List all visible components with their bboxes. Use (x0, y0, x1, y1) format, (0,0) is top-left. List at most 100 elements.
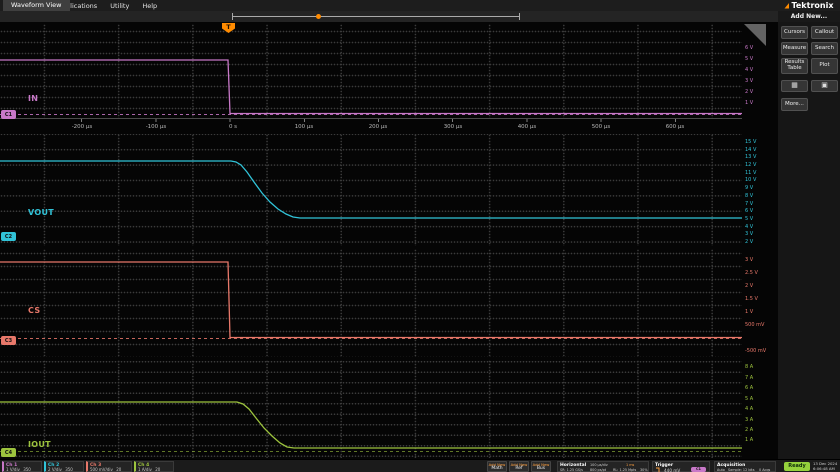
horizontal-sample-rate: SR: 1.25 GS/s (560, 468, 583, 472)
horizontal-duration: 1 ms (626, 463, 635, 467)
record-view-minimap[interactable] (232, 11, 520, 22)
axis-tick-label: 6 A (745, 385, 754, 391)
axis-tick-label: 3 V (745, 257, 754, 263)
add-new-header[interactable]: Add New... (778, 11, 840, 22)
ch3-badge[interactable]: Ch 3 500 mV/div 20 MHz (86, 461, 132, 472)
ch4-badge[interactable]: Ch 4 1 A/div 20 MHz (134, 461, 174, 472)
axis-tick-label: 7 V (745, 201, 754, 207)
horizontal-badge[interactable]: Horizontal 100 μs/div 1 ms SR: 1.25 GS/s… (557, 461, 649, 472)
axis-tick-label: 5 V (745, 56, 754, 62)
axis-tick-label: 3 A (745, 417, 754, 423)
trigger-badge[interactable]: Trigger 440 mV C1 (652, 461, 710, 472)
falling-edge-icon (656, 467, 660, 472)
acquisition-count: 0 Acqs (759, 468, 771, 472)
axis-tick-label: 4 A (745, 406, 754, 412)
axis-tick-label: 2 V (745, 283, 754, 289)
add-new-ref-button[interactable]: Add New Ref (509, 461, 529, 472)
ch2-waveform-svg (0, 160, 742, 219)
tektronix-logo-text: Tektronix (791, 1, 834, 10)
cursors-button[interactable]: Cursors (781, 26, 808, 39)
add-new-ref-label: Ref (515, 466, 523, 472)
ch4-handle[interactable]: C4 (1, 448, 16, 457)
axis-tick-label: 3 V (745, 231, 754, 237)
slice-ch2-vout[interactable] (0, 134, 742, 246)
minimap-record-line (232, 16, 520, 17)
axis-tick-label: 10 V (745, 177, 757, 183)
draw-zoom-box-handle[interactable] (744, 24, 766, 46)
ch4-scale: 1 A/div (138, 467, 152, 472)
ch3-trace (0, 261, 742, 339)
axis-tick-label: 2.5 V (745, 270, 758, 276)
add-new-bus-label: Bus (536, 466, 546, 472)
acquisition-mode: Auto (717, 468, 725, 472)
axis-tick-label: 4 V (745, 67, 754, 73)
add-new-bus-button[interactable]: Add New Bus (531, 461, 551, 472)
add-new-math-button[interactable]: Add New Math (487, 461, 507, 472)
tektronix-swoosh-icon (784, 2, 790, 9)
ch1-trace (0, 59, 742, 115)
bottom-settings-bar: Ch 1 1 V/div 350 MHz Ch 2 2 V/div 350 MH… (0, 459, 840, 472)
ch1-badge[interactable]: Ch 1 1 V/div 350 MHz (2, 461, 42, 472)
time-tick-label: 400 μs (517, 124, 537, 130)
axis-tick-label: 2 A (745, 427, 754, 433)
menu-item-utility[interactable]: Utility (110, 2, 129, 10)
menu-item-help[interactable]: Help (142, 2, 157, 10)
horizontal-position: 30% (640, 468, 648, 472)
axis-tick-label: 4 V (745, 224, 754, 230)
ch4-signal-label: IOUT (28, 440, 51, 449)
slice-ch1-in[interactable] (0, 24, 742, 118)
acquisition-badge[interactable]: Acquisition Auto Sample: 12 bits 0 Acqs (714, 461, 776, 472)
horizontal-record-length: RL: 1.25 Mpts (613, 468, 637, 472)
ch2-badge[interactable]: Ch 2 2 V/div 350 MHz (44, 461, 84, 472)
horizontal-resolution: 800 ps/pt (590, 468, 607, 472)
tektronix-logo: Tektronix (778, 0, 840, 11)
slice-ch3-cs[interactable] (0, 249, 742, 357)
right-toolbar: Cursors Callout Measure Search Results T… (778, 22, 840, 459)
ch3-handle[interactable]: C3 (1, 336, 16, 345)
ch4-trace (0, 401, 742, 449)
axis-tick-label: 6 V (745, 208, 754, 214)
annotation-tool-button[interactable]: ▣ (811, 80, 838, 92)
measure-button[interactable]: Measure (781, 42, 808, 55)
time-ruler: -200 μs -100 μs 0 s 100 μs 200 μs 300 μs… (0, 118, 742, 133)
menu-bar: File Edit Applications Utility Help (0, 0, 840, 11)
search-button[interactable]: Search (811, 42, 838, 55)
tab-waveform-view[interactable]: Waveform View (3, 0, 70, 11)
axis-tick-label: 500 mV (745, 322, 765, 328)
time-tick-label: 300 μs (443, 124, 463, 130)
axis-tick-label: 1 A (745, 437, 754, 443)
axis-tick-label: 15 V (745, 139, 757, 145)
datetime: 13 Dec 2024 6:06:48 AM (813, 461, 837, 471)
ready-status-badge: Ready (784, 462, 810, 471)
callout-button[interactable]: Callout (811, 26, 838, 39)
ch2-scale: 2 V/div (48, 467, 62, 472)
waveform-plot-area: -200 μs -100 μs 0 s 100 μs 200 μs 300 μs… (0, 22, 778, 459)
axis-tick-label: 5 A (745, 396, 754, 402)
axis-tick-label: 13 V (745, 154, 757, 160)
ch1-signal-label: IN (28, 94, 39, 103)
axis-tick-label: 12 V (745, 162, 757, 168)
minimap-right-bracket (519, 13, 520, 20)
time-tick-label: -100 μs (145, 124, 167, 130)
slice-ch4-iout[interactable] (0, 360, 742, 458)
ch1-handle[interactable]: C1 (1, 110, 16, 119)
time-label: 6:06:48 AM (813, 465, 835, 471)
axis-tick-label: 11 V (745, 170, 757, 176)
results-table-button[interactable]: Results Table (781, 58, 808, 74)
ch4-waveform-svg (0, 401, 742, 452)
axis-tick-label: 14 V (745, 147, 757, 153)
histogram-tool-button[interactable]: ▦ (781, 80, 808, 92)
ch2-handle[interactable]: C2 (1, 232, 16, 241)
more-button[interactable]: More... (781, 98, 808, 111)
time-tick-label: 200 μs (368, 124, 388, 130)
axis-tick-label: 7 A (745, 375, 754, 381)
time-tick-label: 0 s (228, 124, 238, 130)
axis-tick-label: 1.5 V (745, 296, 758, 302)
axis-tick-label: 2 V (745, 239, 754, 245)
plot-button[interactable]: Plot (811, 58, 838, 74)
time-tick-label: 100 μs (294, 124, 314, 130)
time-tick-label: 500 μs (591, 124, 611, 130)
axis-tick-label: 9 V (745, 185, 754, 191)
time-tick-label: -200 μs (71, 124, 93, 130)
minimap-trigger-dot[interactable] (316, 14, 321, 19)
